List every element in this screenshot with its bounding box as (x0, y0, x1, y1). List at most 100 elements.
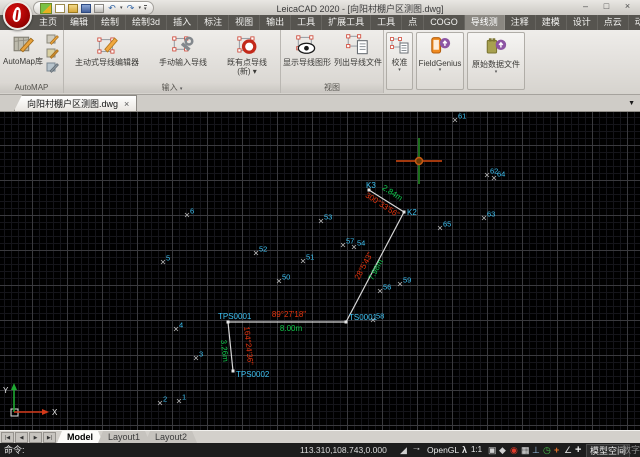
menu-tab-11[interactable]: 工具 (371, 15, 402, 30)
open-file-icon[interactable] (68, 4, 78, 13)
list-traverse-file-icon (345, 32, 371, 58)
angle-icon[interactable]: ∠ (564, 443, 572, 457)
menu-tab-12[interactable]: 点 (402, 15, 424, 30)
command-input[interactable]: 命令: (4, 443, 25, 457)
snap-icon[interactable]: ▣ (488, 443, 497, 457)
time-tracking-icon[interactable]: ◷ (543, 443, 551, 457)
target-icon[interactable]: + (554, 443, 559, 457)
save-icon[interactable] (81, 4, 91, 13)
maximize-button[interactable]: □ (596, 0, 617, 13)
ucs-y-label: Y (3, 386, 9, 395)
menu-tab-2[interactable]: 编辑 (64, 15, 95, 30)
menu-tab-14[interactable]: 导线测 (465, 15, 505, 30)
point-marker-icon (319, 219, 323, 223)
survey-point: 2 (158, 395, 167, 406)
marker-mode-icon[interactable]: −▪ (413, 443, 420, 457)
point-marker-icon (341, 243, 345, 247)
menu-tab-5[interactable]: 插入 (167, 15, 198, 30)
menu-tab-10[interactable]: 扩展工具 (322, 15, 371, 30)
show-traverse-graphics-button[interactable]: 显示导线图形 (281, 31, 333, 81)
fieldgenius-dropdown-icon[interactable]: ▾ (439, 68, 442, 73)
menu-tab-4[interactable]: 绘制3d (126, 15, 167, 30)
layout-nav-4[interactable]: ▶| (43, 432, 56, 443)
menu-tab-13[interactable]: COGO (424, 15, 465, 30)
calibrate-button[interactable]: 校准 ▾ (386, 32, 413, 90)
group-label-view: 视图 (281, 82, 383, 93)
point-marker-icon (174, 327, 178, 331)
point-marker-icon (254, 251, 258, 255)
layout-nav-1[interactable]: |◀ (1, 432, 14, 443)
automap-edit-icon[interactable] (46, 47, 59, 60)
coordinates-readout[interactable]: 113.310,108.743,0.000 (300, 443, 387, 457)
document-tab[interactable]: 向阳村棚户区测图.dwg × (14, 95, 137, 111)
layout-tab-layout2[interactable]: Layout2 (145, 431, 197, 443)
layout-nav-2[interactable]: ◀ (15, 432, 28, 443)
menu-tab-19[interactable]: 动画 (629, 15, 640, 30)
menu-tab-17[interactable]: 设计 (567, 15, 598, 30)
menu-tab-8[interactable]: 输出 (260, 15, 291, 30)
menu-tab-15[interactable]: 注释 (505, 15, 536, 30)
document-tab-close-icon[interactable]: × (124, 99, 129, 109)
menu-tab-1[interactable]: 主页 (33, 15, 64, 30)
person-scale-icon[interactable]: λ (462, 443, 467, 457)
opengl-status[interactable]: OpenGL (427, 443, 459, 457)
automap-manage-icon[interactable] (46, 61, 59, 74)
redo-dropdown-icon[interactable]: ▾ (139, 5, 142, 11)
title-bar: ↶▾ ↷▾ ▾ LeicaCAD 2020 - [向阳村棚户区测图.dwg] –… (0, 0, 640, 16)
menu-tab-3[interactable]: 绘制 (95, 15, 126, 30)
workspace-icon[interactable] (40, 3, 52, 14)
point-marker-icon (482, 216, 486, 220)
menu-tab-18[interactable]: 点云 (598, 15, 629, 30)
survey-point: 56 (378, 283, 391, 294)
active-traverse-editor-button[interactable]: 主动式导线编辑器 (64, 31, 150, 81)
group-label-input[interactable]: 输入 ▾ (64, 82, 280, 93)
menu-tab-6[interactable]: 标注 (198, 15, 229, 30)
undo-icon[interactable]: ↶ (107, 4, 117, 13)
calibrate-dropdown-icon[interactable]: ▾ (398, 68, 401, 73)
manual-input-traverse-button[interactable]: 手动输入导线 (150, 31, 216, 81)
redo-icon[interactable]: ↷ (126, 4, 136, 13)
drawing-canvas[interactable]: 6162646365653575452515505956584321K3K2TS… (0, 112, 640, 430)
bearing-annotation: 89°27'18" (272, 310, 306, 319)
scale-readout[interactable]: 1:1 (471, 443, 482, 457)
ucs-y-arrowhead (11, 383, 17, 390)
tab-overflow-icon[interactable]: ▼ (628, 100, 635, 107)
menu-tab-9[interactable]: 工具 (291, 15, 322, 30)
close-button[interactable]: × (617, 0, 638, 13)
automap-layers-icon[interactable] (46, 33, 59, 46)
existing-point-traverse-button[interactable]: 既有点导线 (新) ▾ (216, 31, 278, 81)
point-label: 54 (357, 239, 365, 248)
layout-nav-3[interactable]: ▶ (29, 432, 42, 443)
osnap-icon[interactable]: ◉ (510, 443, 518, 457)
new-file-icon[interactable] (55, 4, 65, 13)
undo-dropdown-icon[interactable]: ▾ (120, 5, 123, 11)
slope-mode-icon[interactable]: ◢ (400, 443, 407, 457)
point-marker-icon (398, 282, 402, 286)
point-marker-icon (301, 259, 305, 263)
grid-icon[interactable]: ▦ (521, 443, 530, 457)
qat-overflow-icon[interactable]: ▾ (144, 5, 147, 12)
layout-tab-layout1[interactable]: Layout1 (98, 431, 150, 443)
automap-library-button[interactable]: AutoMap库 (0, 31, 46, 81)
point-marker-icon (158, 401, 162, 405)
menu-tab-16[interactable]: 建模 (536, 15, 567, 30)
raw-data-file-button[interactable]: 原始数据文件 ▾ (467, 32, 525, 90)
leica-logo-icon[interactable] (3, 1, 32, 30)
layout-tab-bar: |◀◀▶▶| ModelLayout1Layout2 (0, 430, 640, 443)
raw-data-file-dropdown-icon[interactable]: ▾ (495, 70, 498, 75)
list-traverse-file-button[interactable]: 列出导线文件 (333, 31, 383, 81)
plot-icon[interactable] (94, 4, 104, 13)
layout-tab-model[interactable]: Model (57, 431, 103, 443)
crosshair-toggle-icon[interactable]: + (575, 443, 581, 457)
traverse-station-label: TPS0001 (218, 312, 252, 321)
point-marker-icon (485, 173, 489, 177)
ortho-icon[interactable]: ⊥ (532, 443, 540, 457)
point-label: 5 (166, 254, 170, 263)
menu-tab-7[interactable]: 视图 (229, 15, 260, 30)
point-label: 2 (163, 395, 167, 404)
survey-point: 50 (277, 273, 290, 284)
minimize-button[interactable]: – (575, 0, 596, 13)
digitizer-tablet-button[interactable]: 数字平板 (622, 443, 640, 457)
fieldgenius-button[interactable]: FieldGenius ▾ (416, 32, 464, 90)
polar-icon[interactable]: ◆ (499, 443, 506, 457)
